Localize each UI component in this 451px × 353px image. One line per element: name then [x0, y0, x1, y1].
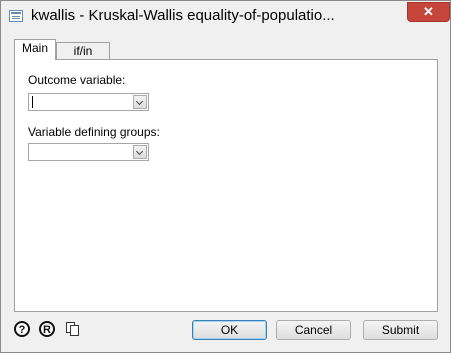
chevron-down-icon[interactable]: [133, 145, 147, 159]
dialog-icon: [9, 10, 23, 22]
tab-if-in[interactable]: if/in: [56, 42, 110, 59]
tab-panel-main: Outcome variable: Variable defining grou…: [14, 59, 438, 312]
window-title: kwallis - Kruskal-Wallis equality-of-pop…: [31, 7, 335, 24]
tab-main[interactable]: Main: [14, 39, 56, 60]
text-caret: [32, 96, 33, 108]
chevron-down-icon[interactable]: [133, 95, 147, 109]
groups-variable-label: Variable defining groups:: [28, 125, 160, 139]
groups-variable-combobox[interactable]: [28, 143, 149, 161]
close-icon: ✕: [423, 4, 434, 19]
title-bar: kwallis - Kruskal-Wallis equality-of-pop…: [1, 1, 450, 32]
outcome-variable-label: Outcome variable:: [28, 73, 126, 87]
cancel-button[interactable]: Cancel: [276, 320, 351, 340]
ok-button[interactable]: OK: [192, 320, 267, 340]
close-button[interactable]: ✕: [407, 2, 450, 22]
help-icon[interactable]: ?: [14, 321, 30, 337]
submit-button[interactable]: Submit: [363, 320, 438, 340]
dialog-window: kwallis - Kruskal-Wallis equality-of-pop…: [0, 0, 451, 353]
reset-icon[interactable]: R: [39, 321, 55, 337]
copy-sheet-front: [70, 325, 79, 336]
copy-command-icon[interactable]: [65, 321, 81, 337]
outcome-variable-combobox[interactable]: [28, 93, 149, 111]
